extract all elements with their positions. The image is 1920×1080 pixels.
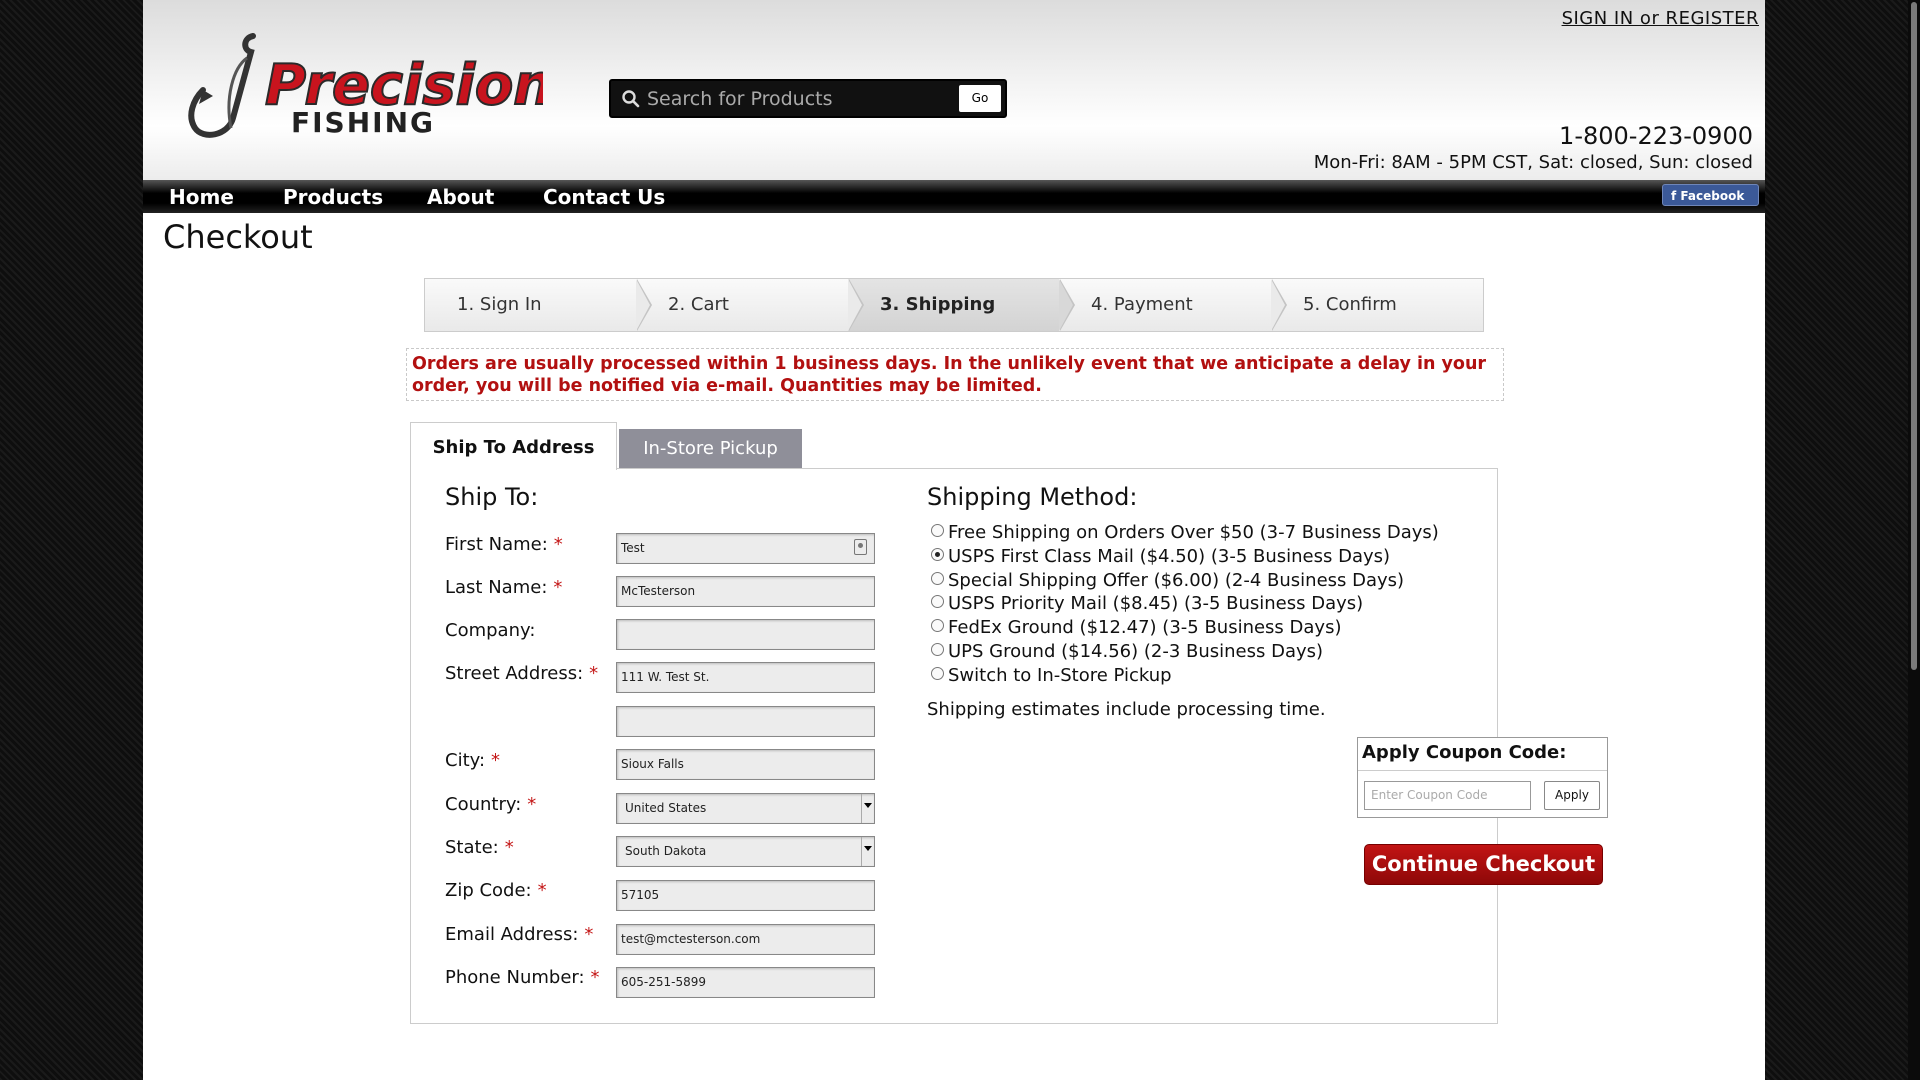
- shipping-option-free[interactable]: Free Shipping on Orders Over $50 (3-7 Bu…: [931, 522, 1439, 543]
- step-sign-in[interactable]: 1. Sign In: [425, 279, 652, 331]
- state-label: State: *: [445, 837, 514, 858]
- country-select[interactable]: United States: [616, 793, 875, 824]
- zip-code-field[interactable]: 57105: [616, 880, 875, 911]
- last-name-label: Last Name: *: [445, 577, 563, 598]
- city-field[interactable]: Sioux Falls: [616, 749, 875, 780]
- first-name-field[interactable]: Test: [616, 533, 875, 564]
- search-go-button[interactable]: Go: [959, 85, 1001, 112]
- processing-notice: Orders are usually processed within 1 bu…: [406, 348, 1504, 401]
- facebook-label: Facebook: [1680, 189, 1745, 203]
- state-select[interactable]: South Dakota: [616, 836, 875, 867]
- shipping-estimate-note: Shipping estimates include processing ti…: [927, 699, 1326, 720]
- search-input[interactable]: Search for Products: [647, 88, 833, 110]
- chevron-down-icon: [864, 803, 872, 808]
- search-bar: Search for Products Go: [609, 79, 1007, 118]
- email-label: Email Address: *: [445, 924, 594, 945]
- sign-in-register-link[interactable]: SIGN IN or REGISTER: [1562, 8, 1759, 29]
- last-name-field[interactable]: McTesterson: [616, 576, 875, 607]
- company-label: Company:: [445, 620, 536, 641]
- shipping-option-in-store-pickup[interactable]: Switch to In-Store Pickup: [931, 665, 1172, 686]
- ship-to-heading: Ship To:: [445, 483, 539, 511]
- step-label: 2. Cart: [668, 294, 729, 315]
- continue-checkout-button[interactable]: Continue Checkout: [1364, 844, 1603, 885]
- search-icon: [622, 90, 640, 108]
- radio-button[interactable]: [931, 619, 944, 632]
- page-title: Checkout: [163, 218, 313, 256]
- apply-coupon-button[interactable]: Apply: [1544, 781, 1600, 810]
- radio-button-selected[interactable]: [931, 548, 944, 561]
- checkout-steps: 1. Sign In 2. Cart 3. Shipping 4. Paymen…: [424, 278, 1484, 332]
- chevron-down-icon: [864, 846, 872, 851]
- shipping-option-usps-priority[interactable]: USPS Priority Mail ($8.45) (3-5 Business…: [931, 593, 1363, 614]
- nav-contact-us[interactable]: Contact Us: [543, 185, 665, 209]
- shipping-option-special-offer[interactable]: Special Shipping Offer ($6.00) (2-4 Busi…: [931, 570, 1404, 591]
- street-address-field[interactable]: 111 W. Test St.: [616, 662, 875, 693]
- shipping-panel: Ship To: First Name: * Test Last Name: * M…: [410, 468, 1608, 1024]
- facebook-button[interactable]: f Facebook: [1662, 184, 1759, 206]
- state-select-value: South Dakota: [625, 844, 707, 858]
- scrollbar-thumb[interactable]: [1911, 2, 1917, 670]
- first-name-label: First Name: *: [445, 534, 563, 555]
- street-address-line2-field[interactable]: [616, 706, 875, 737]
- shipping-option-fedex-ground[interactable]: FedEx Ground ($12.47) (3-5 Business Days…: [931, 617, 1341, 638]
- shipping-option-ups-ground[interactable]: UPS Ground ($14.56) (2-3 Business Days): [931, 641, 1323, 662]
- svg-text:FISHING: FISHING: [291, 106, 435, 139]
- company-field[interactable]: [616, 619, 875, 650]
- step-label: 1. Sign In: [457, 294, 542, 315]
- nav-about[interactable]: About: [427, 185, 494, 209]
- zip-code-label: Zip Code: *: [445, 880, 547, 901]
- nav-home[interactable]: Home: [169, 185, 234, 209]
- facebook-icon: f: [1671, 189, 1677, 203]
- tab-in-store-pickup[interactable]: In-Store Pickup: [619, 429, 802, 468]
- step-confirm[interactable]: 5. Confirm: [1271, 279, 1483, 331]
- step-cart[interactable]: 2. Cart: [636, 279, 864, 331]
- city-label: City: *: [445, 750, 501, 771]
- radio-button[interactable]: [931, 572, 944, 585]
- radio-button[interactable]: [931, 524, 944, 537]
- radio-button[interactable]: [931, 595, 944, 608]
- tab-ship-to-address[interactable]: Ship To Address: [410, 422, 617, 470]
- site-header: Precision FISHING Search for Products Go…: [143, 0, 1765, 180]
- shipping-option-usps-first-class[interactable]: USPS First Class Mail ($4.50) (3-5 Busin…: [931, 546, 1390, 567]
- business-hours: Mon-Fri: 8AM - 5PM CST, Sat: closed, Sun…: [1313, 152, 1753, 173]
- country-label: Country: *: [445, 794, 537, 815]
- phone-number-field[interactable]: 605-251-5899: [616, 967, 875, 998]
- step-label: 4. Payment: [1091, 294, 1193, 315]
- coupon-code-input[interactable]: Enter Coupon Code: [1364, 781, 1531, 810]
- radio-button[interactable]: [931, 643, 944, 656]
- street-address-label: Street Address: *: [445, 663, 599, 684]
- contact-card-icon[interactable]: [854, 539, 867, 555]
- main-nav: Home Products About Contact Us f Faceboo…: [143, 180, 1765, 213]
- phone-number: 1-800-223-0900: [1559, 122, 1753, 150]
- scrollbar[interactable]: [1908, 0, 1920, 1080]
- step-payment[interactable]: 4. Payment: [1059, 279, 1287, 331]
- country-select-value: United States: [625, 801, 707, 815]
- nav-products[interactable]: Products: [283, 185, 383, 209]
- step-shipping[interactable]: 3. Shipping: [848, 279, 1075, 331]
- page: Precision FISHING Search for Products Go…: [143, 0, 1765, 1080]
- coupon-title: Apply Coupon Code:: [1362, 742, 1567, 763]
- email-field[interactable]: test@mctesterson.com: [616, 924, 875, 955]
- radio-button[interactable]: [931, 667, 944, 680]
- precision-fishing-logo[interactable]: Precision FISHING: [173, 28, 554, 148]
- step-label: 3. Shipping: [880, 294, 996, 315]
- step-label: 5. Confirm: [1303, 294, 1397, 315]
- shipping-method-heading: Shipping Method:: [927, 483, 1138, 511]
- phone-number-label: Phone Number: *: [445, 967, 600, 988]
- coupon-box: Apply Coupon Code: Enter Coupon Code App…: [1357, 737, 1608, 818]
